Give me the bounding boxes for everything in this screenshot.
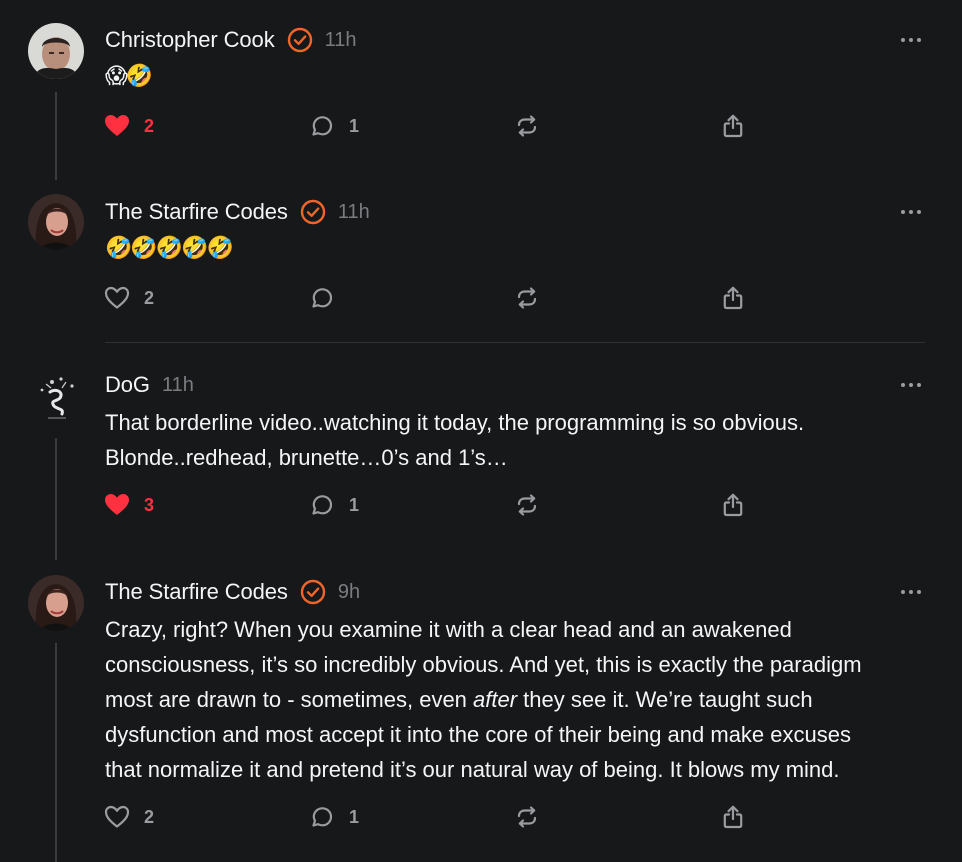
post-text-line: dysfunction and most accept it into the … <box>105 722 851 747</box>
reply-count: 1 <box>349 494 360 515</box>
verified-badge-icon <box>300 579 326 605</box>
post-actions: 2 <box>104 283 764 313</box>
thread-connector-line <box>55 643 57 862</box>
repost-icon <box>514 285 540 311</box>
username[interactable]: Christopher Cook <box>105 27 275 53</box>
heart-filled-icon <box>104 114 130 138</box>
share-button[interactable] <box>720 111 746 141</box>
comment-icon <box>309 113 335 139</box>
post-text-segment: they see it. We’re taught such <box>517 687 813 712</box>
post-text: That borderline video..watching it today… <box>105 405 935 475</box>
like-button[interactable]: 2 <box>104 111 154 141</box>
thread-post: DoG 11h That borderline video..watching … <box>0 343 962 560</box>
post-timestamp[interactable]: 11h <box>338 201 370 224</box>
reply-button[interactable]: 1 <box>309 802 359 832</box>
heart-outline-icon <box>104 286 130 310</box>
share-icon <box>720 492 746 518</box>
post-timestamp[interactable]: 11h <box>325 29 357 52</box>
reply-button[interactable] <box>309 283 335 313</box>
thread-connector-line <box>55 438 57 560</box>
post-header: DoG 11h <box>105 370 194 400</box>
share-button[interactable] <box>720 802 746 832</box>
post-text: 🤣🤣🤣🤣🤣 <box>105 235 234 260</box>
thread-post: The Starfire Codes 11h 🤣🤣🤣🤣🤣 2 <box>0 170 962 342</box>
reply-button[interactable]: 1 <box>309 490 359 520</box>
post-actions: 3 1 <box>104 490 764 520</box>
post-header: Christopher Cook 11h <box>105 25 356 55</box>
reply-count: 1 <box>349 115 360 136</box>
comment-icon <box>309 492 335 518</box>
post-timestamp[interactable]: 9h <box>338 581 360 604</box>
avatar[interactable] <box>28 194 84 250</box>
post-text-line: consciousness, it’s so incredibly obviou… <box>105 652 862 677</box>
repost-icon <box>514 113 540 139</box>
avatar[interactable] <box>28 575 84 631</box>
repost-icon <box>514 804 540 830</box>
thread-feed: Christopher Cook 11h 😱🤣 2 1 The Starfire… <box>0 0 962 862</box>
like-button[interactable]: 3 <box>104 490 154 520</box>
comment-icon <box>309 285 335 311</box>
more-options-icon[interactable] <box>900 207 922 217</box>
repost-button[interactable] <box>514 283 540 313</box>
post-actions: 2 1 <box>104 802 764 832</box>
reply-count: 1 <box>349 806 360 827</box>
like-count: 2 <box>144 287 155 308</box>
post-text-line: Crazy, right? When you examine it with a… <box>105 617 792 642</box>
post-text-line: Blonde..redhead, brunette…0’s and 1’s… <box>105 445 508 470</box>
post-header: The Starfire Codes 9h <box>105 577 360 607</box>
username[interactable]: The Starfire Codes <box>105 579 288 605</box>
post-timestamp[interactable]: 11h <box>162 374 194 397</box>
like-count: 2 <box>144 806 155 827</box>
like-button[interactable]: 2 <box>104 283 154 313</box>
thread-post: Christopher Cook 11h 😱🤣 2 1 <box>0 0 962 180</box>
repost-button[interactable] <box>514 490 540 520</box>
post-text: 😱🤣 <box>105 63 153 88</box>
post-text-line: that normalize it and pretend it’s our n… <box>105 757 840 782</box>
share-button[interactable] <box>720 490 746 520</box>
heart-filled-icon <box>104 493 130 517</box>
post-actions: 2 1 <box>104 111 764 141</box>
share-icon <box>720 285 746 311</box>
more-options-icon[interactable] <box>900 35 922 45</box>
reply-button[interactable]: 1 <box>309 111 359 141</box>
share-icon <box>720 804 746 830</box>
more-options-icon[interactable] <box>900 587 922 597</box>
post-text-segment: most are drawn to - sometimes, even <box>105 687 474 712</box>
username[interactable]: DoG <box>105 372 150 398</box>
post-text-line: most are drawn to - sometimes, even afte… <box>105 682 935 717</box>
repost-icon <box>514 492 540 518</box>
username[interactable]: The Starfire Codes <box>105 199 288 225</box>
avatar[interactable] <box>28 23 84 79</box>
repost-button[interactable] <box>514 111 540 141</box>
thread-post: The Starfire Codes 9h Crazy, right? When… <box>0 551 962 862</box>
like-count: 3 <box>144 494 155 515</box>
share-button[interactable] <box>720 283 746 313</box>
avatar[interactable] <box>28 370 84 426</box>
like-count: 2 <box>144 115 155 136</box>
post-header: The Starfire Codes 11h <box>105 197 370 227</box>
emphasized-text: after <box>473 687 518 712</box>
like-button[interactable]: 2 <box>104 802 154 832</box>
more-options-icon[interactable] <box>900 380 922 390</box>
post-text: Crazy, right? When you examine it with a… <box>105 612 935 787</box>
post-text-line: That borderline video..watching it today… <box>105 410 805 435</box>
verified-badge-icon <box>287 27 313 53</box>
comment-icon <box>309 804 335 830</box>
repost-button[interactable] <box>514 802 540 832</box>
heart-outline-icon <box>104 805 130 829</box>
thread-connector-line <box>55 92 57 180</box>
share-icon <box>720 113 746 139</box>
verified-badge-icon <box>300 199 326 225</box>
